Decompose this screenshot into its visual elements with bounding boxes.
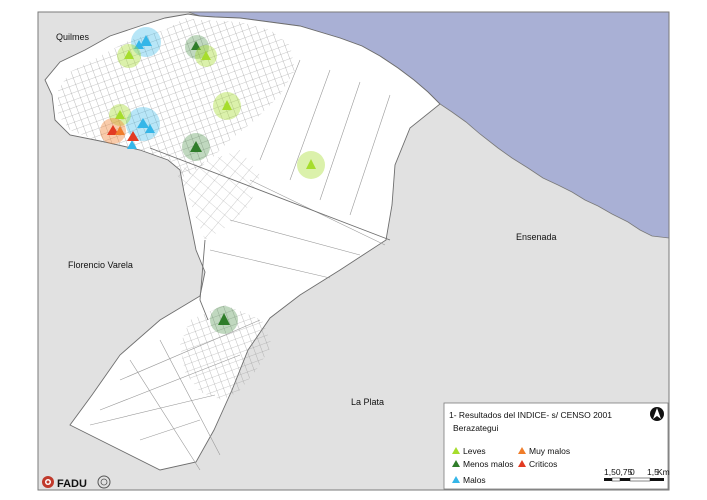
legend-box: 1- Resultados del INDICE- s/ CENSO 2001 … (443, 402, 670, 490)
fadu-emblem-icon (42, 476, 54, 488)
scale-unit: Km (657, 467, 670, 477)
north-arrow-icon (650, 407, 664, 421)
legend-title: 1- Resultados del INDICE- s/ CENSO 2001 (449, 410, 612, 420)
fadu-text: FADU (57, 478, 87, 490)
svg-text:Criticos: Criticos (529, 459, 557, 469)
svg-text:Muy malos: Muy malos (529, 446, 570, 456)
marker-leves-quilmes-north[interactable] (117, 44, 141, 68)
marker-leves-north[interactable] (195, 45, 217, 67)
svg-text:Leves: Leves (463, 446, 486, 456)
map-frame: Quilmes Florencio Varela Ensenada La Pla… (0, 0, 707, 500)
svg-text:Menos malos: Menos malos (463, 459, 514, 469)
marker-leves-center[interactable] (213, 92, 241, 120)
legend-subtitle: Berazategui (453, 423, 498, 433)
marker-leves-east[interactable] (297, 151, 325, 179)
marker-menos-malos-south[interactable] (210, 306, 238, 334)
label-la-plata: La Plata (351, 397, 384, 407)
label-florencio-varela: Florencio Varela (68, 260, 133, 270)
marker-menos-malos-center[interactable] (182, 133, 210, 161)
label-ensenada: Ensenada (516, 232, 557, 242)
label-quilmes: Quilmes (56, 32, 90, 42)
map-canvas: Quilmes Florencio Varela Ensenada La Pla… (37, 11, 670, 491)
svg-text:Malos: Malos (463, 475, 486, 485)
scale-left-label: 1,50,75 (604, 467, 633, 477)
scale-zero-label: 0 (630, 467, 635, 477)
